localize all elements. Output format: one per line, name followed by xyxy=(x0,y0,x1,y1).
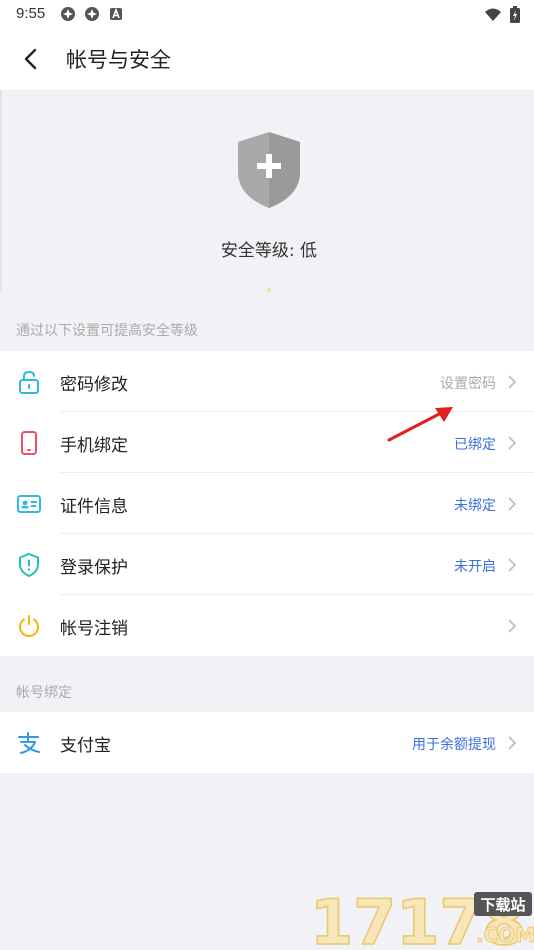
id-card-icon xyxy=(17,495,41,513)
row-value: 用于余额提现 xyxy=(412,737,496,753)
row-value: 设置密码 xyxy=(440,376,496,392)
page-title: 帐号与安全 xyxy=(66,48,171,72)
status-time: 9:55 xyxy=(16,5,46,22)
row-label: 登录保护 xyxy=(60,558,128,578)
chevron-right-icon xyxy=(508,619,517,633)
annotation-arrow-icon xyxy=(387,407,453,442)
row-value: 未开启 xyxy=(454,559,496,575)
watermark-suffix: .COM xyxy=(476,923,534,947)
row-label: 密码修改 xyxy=(60,375,128,395)
security-settings-list: 密码修改 设置密码 手机绑定 已绑定 证件信息 未绑定 登录保护 未开启 帐号注… xyxy=(0,351,534,656)
chevron-right-icon xyxy=(508,436,517,450)
shield-plus-icon xyxy=(238,132,300,208)
site-watermark-logo: 17178 下载站 .COM xyxy=(309,885,534,950)
shield-alert-icon xyxy=(19,552,39,578)
watermark-tag: 下载站 xyxy=(480,896,525,914)
chevron-right-icon xyxy=(508,736,517,750)
status-bar: 9:55 xyxy=(0,0,534,28)
chevron-right-icon xyxy=(508,375,517,389)
status-notification-icons xyxy=(60,6,124,22)
app-notification-icon xyxy=(85,7,99,21)
row-account-deletion[interactable]: 帐号注销 xyxy=(0,595,534,656)
wifi-icon xyxy=(485,8,501,21)
row-login-protection[interactable]: 登录保护 未开启 xyxy=(0,534,534,595)
decorative-dot xyxy=(267,288,271,292)
row-alipay[interactable]: 支付宝 用于余额提现 xyxy=(0,712,534,773)
phone-icon xyxy=(21,431,37,455)
security-level-text: 安全等级: 低 xyxy=(220,241,318,261)
section-label-account-binding: 帐号绑定 xyxy=(16,685,72,701)
app-header: 帐号与安全 xyxy=(0,28,534,90)
app-notification-icon xyxy=(61,7,75,21)
chevron-right-icon xyxy=(508,558,517,572)
row-id-info[interactable]: 证件信息 未绑定 xyxy=(0,473,534,534)
alipay-icon xyxy=(18,732,40,754)
unlock-icon xyxy=(19,370,39,394)
row-value: 未绑定 xyxy=(454,498,496,514)
back-arrow-icon[interactable] xyxy=(18,46,44,72)
row-label: 帐号注销 xyxy=(60,619,128,639)
section-label-improve-security: 通过以下设置可提高安全等级 xyxy=(16,323,198,339)
power-icon xyxy=(19,615,39,637)
chevron-right-icon xyxy=(508,497,517,511)
row-label: 手机绑定 xyxy=(60,436,128,456)
account-binding-list: 支付宝 用于余额提现 xyxy=(0,712,534,773)
a-notification-icon xyxy=(110,7,122,20)
battery-icon xyxy=(510,6,520,23)
row-label: 证件信息 xyxy=(60,497,128,517)
row-label: 支付宝 xyxy=(60,736,111,756)
security-hero: 安全等级: 低 xyxy=(0,90,534,292)
